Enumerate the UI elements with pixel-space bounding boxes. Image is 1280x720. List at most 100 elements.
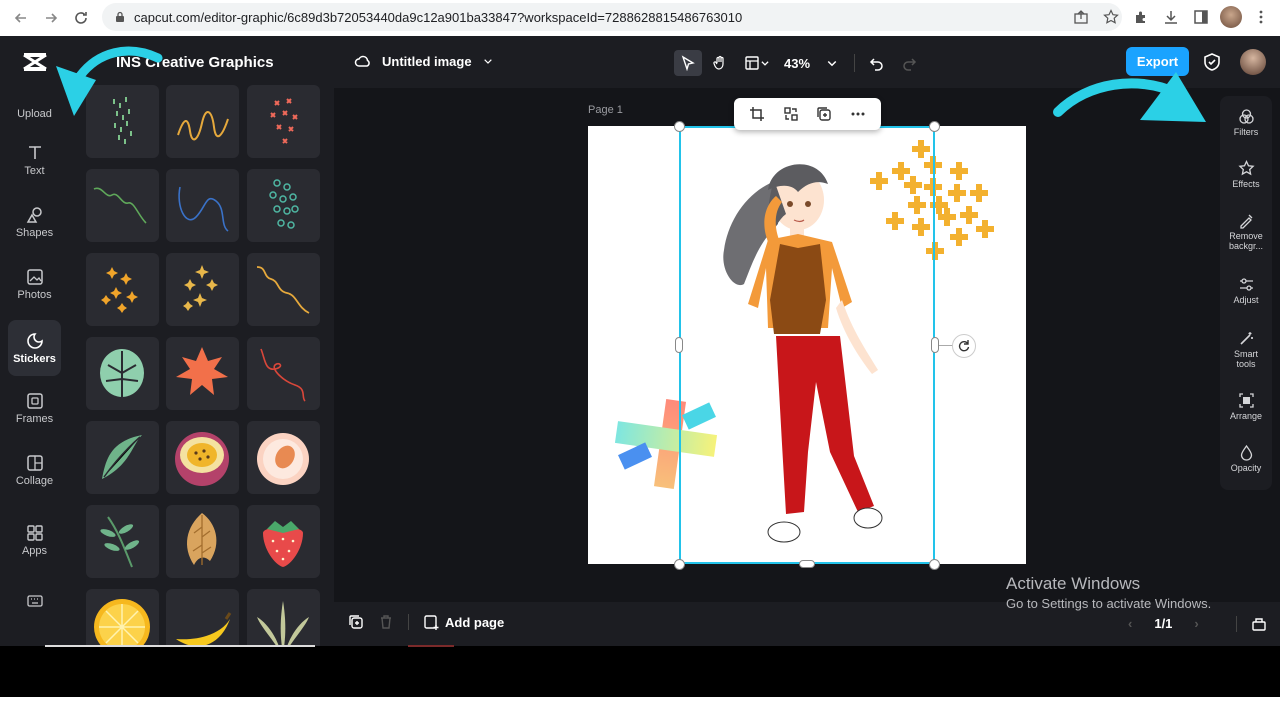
sticker-red-curve[interactable]: [247, 337, 320, 410]
rr-item-label: Arrange: [1229, 411, 1263, 421]
forward-icon[interactable]: [38, 5, 64, 31]
filters-icon: [1238, 109, 1254, 124]
resize-handle-top-right[interactable]: [929, 121, 940, 132]
page-label: Page 1: [588, 104, 623, 116]
rail-item-frames[interactable]: Frames: [8, 380, 61, 436]
delete-page-icon[interactable]: [378, 614, 394, 630]
sticker-green-curl[interactable]: [86, 169, 159, 242]
right-properties-rail: Filters Effects Remove backgr... Adjust …: [1220, 96, 1272, 490]
sticker-monstera-leaf[interactable]: [86, 337, 159, 410]
rr-item-opacity[interactable]: Opacity: [1220, 444, 1272, 474]
adjust-icon: [1239, 278, 1253, 291]
sticker-yellow-zigzag[interactable]: [166, 85, 239, 158]
rail-item-collage[interactable]: Collage: [8, 442, 61, 498]
rail-item-photos[interactable]: Photos: [8, 256, 61, 312]
smart-tools-icon: [1239, 332, 1253, 345]
add-page-button[interactable]: Add page: [423, 614, 504, 630]
apps-icon: [26, 524, 43, 541]
selection-box[interactable]: [679, 126, 935, 564]
canvas-area: Page 1: [334, 88, 1220, 602]
sticker-passion-fruit[interactable]: [166, 421, 239, 494]
share-icon[interactable]: [1070, 4, 1092, 30]
redo-button[interactable]: [895, 50, 923, 76]
browser-profile-avatar[interactable]: [1220, 6, 1242, 28]
resize-handle-right[interactable]: [931, 337, 939, 353]
sticker-teal-circles[interactable]: [247, 169, 320, 242]
sticker-orange-leaf[interactable]: [166, 337, 239, 410]
crop-icon[interactable]: [749, 106, 765, 122]
rr-item-filters[interactable]: Filters: [1220, 108, 1272, 138]
select-tool-button[interactable]: [674, 50, 702, 76]
text-icon: [28, 145, 41, 159]
keyboard-shortcuts-button[interactable]: [8, 582, 61, 622]
download-icon[interactable]: [1160, 4, 1182, 30]
divider: [1236, 616, 1237, 632]
sticker-green-twig[interactable]: [86, 505, 159, 578]
reload-icon[interactable]: [68, 5, 94, 31]
watermark-line1: Activate Windows: [1006, 574, 1141, 593]
keyboard-icon: [26, 594, 43, 607]
rr-item-smart-tools[interactable]: Smart tools: [1220, 330, 1272, 370]
more-options-icon[interactable]: [850, 106, 866, 122]
duplicate-page-icon[interactable]: [348, 614, 364, 630]
resize-handle-bottom-right[interactable]: [929, 559, 940, 570]
chevron-down-icon: [827, 60, 837, 67]
back-icon[interactable]: [8, 5, 34, 31]
rr-item-remove-background[interactable]: Remove backgr...: [1220, 212, 1272, 252]
group-icon[interactable]: [783, 106, 799, 122]
resize-handle-top-left[interactable]: [674, 121, 685, 132]
prev-page-icon[interactable]: ‹: [1128, 616, 1132, 631]
canvas-scroll-indicator: [408, 645, 454, 647]
hand-tool-button[interactable]: [706, 50, 734, 76]
page-manager-icon[interactable]: [1250, 614, 1268, 632]
resize-handle-left[interactable]: [675, 337, 683, 353]
sticker-peach-half[interactable]: [247, 421, 320, 494]
next-page-icon[interactable]: ›: [1194, 616, 1198, 631]
resize-handle-bottom[interactable]: [799, 560, 815, 568]
lock-icon: [116, 11, 124, 22]
bookmark-star-icon[interactable]: [1100, 4, 1122, 30]
rail-item-label: Shapes: [15, 226, 54, 239]
selection-floating-toolbar: [734, 98, 881, 130]
rail-item-text[interactable]: Text: [8, 132, 61, 188]
zoom-level[interactable]: 43%: [780, 56, 814, 71]
rr-item-label: Opacity: [1230, 463, 1262, 473]
chevron-down-icon: [483, 59, 492, 64]
rr-item-adjust[interactable]: Adjust: [1220, 276, 1272, 306]
undo-button[interactable]: [863, 50, 891, 76]
layout-dropdown-button[interactable]: [738, 50, 776, 76]
sticker-tan-leaf[interactable]: [166, 505, 239, 578]
rail-item-shapes[interactable]: Shapes: [8, 194, 61, 250]
sticker-blue-wave[interactable]: [166, 169, 239, 242]
sticker-gold-sparkles[interactable]: [166, 253, 239, 326]
zoom-dropdown-button[interactable]: [818, 50, 846, 76]
rr-item-label: Adjust: [1233, 295, 1259, 305]
sidebar-toggle-icon[interactable]: [1190, 4, 1212, 30]
address-bar[interactable]: capcut.com/editor-graphic/6c89d3b7205344…: [102, 3, 1122, 31]
extensions-icon[interactable]: [1130, 4, 1152, 30]
sticker-green-leaf[interactable]: [86, 421, 159, 494]
rail-item-apps[interactable]: Apps: [8, 512, 61, 568]
sticker-orange-sparkles[interactable]: [86, 253, 159, 326]
watermark-line2: Go to Settings to activate Windows.: [1006, 596, 1212, 611]
resize-handle-bottom-left[interactable]: [674, 559, 685, 570]
rotate-handle[interactable]: [952, 334, 976, 358]
sticker-yellow-squiggle[interactable]: [247, 253, 320, 326]
sticker-pink-crosses[interactable]: [247, 85, 320, 158]
capcut-logo-icon[interactable]: [21, 50, 49, 74]
add-page-icon: [424, 615, 439, 630]
rr-item-effects[interactable]: Effects: [1220, 160, 1272, 190]
rr-item-arrange[interactable]: Arrange: [1220, 392, 1272, 422]
panel-scroll-indicator: [45, 645, 315, 647]
sticker-strawberry[interactable]: [247, 505, 320, 578]
duplicate-icon[interactable]: [816, 106, 832, 122]
document-title-button[interactable]: Untitled image: [354, 52, 494, 70]
menu-dots-icon[interactable]: [1250, 4, 1272, 30]
user-avatar[interactable]: [1240, 49, 1266, 75]
rail-item-label: Text: [24, 164, 45, 177]
browser-chrome: capcut.com/editor-graphic/6c89d3b7205344…: [0, 0, 1280, 36]
rail-item-stickers[interactable]: Stickers: [8, 320, 61, 376]
rail-item-label: Upload: [17, 108, 52, 120]
cloud-sync-icon: [354, 55, 370, 67]
rr-item-label: Filters: [1233, 127, 1259, 137]
